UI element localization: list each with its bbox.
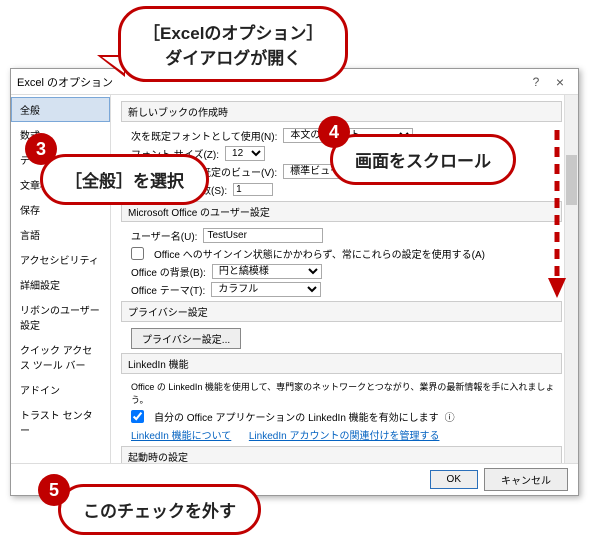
step-badge-5: 5 xyxy=(38,474,70,506)
font-size-select[interactable]: 12 xyxy=(225,146,265,161)
sheet-count-stepper[interactable] xyxy=(233,183,273,196)
callout-scroll: 画面をスクロール xyxy=(330,134,516,185)
help-icon[interactable]: ? xyxy=(524,72,548,92)
text: ［Excelのオプション］ xyxy=(143,24,323,43)
sidebar-item-ribbon[interactable]: リボンのユーザー設定 xyxy=(11,297,110,337)
linkedin-about-link[interactable]: LinkedIn 機能について xyxy=(131,427,231,442)
excel-options-dialog: Excel のオプション ? × 全般 数式 データ 文章校正 保存 言語 アク… xyxy=(10,68,579,496)
sidebar-item-advanced[interactable]: 詳細設定 xyxy=(11,272,110,297)
row-signin-cb: Office へのサインイン状態にかかわらず、常にこれらの設定を使用する(A) xyxy=(131,246,562,261)
text: Office の LinkedIn 機能を使用して、専門家のネットワークとつなが… xyxy=(131,380,562,406)
callout-uncheck: このチェックを外す xyxy=(58,484,261,535)
sidebar-item-addins[interactable]: アドイン xyxy=(11,377,110,402)
section-header-linkedin: LinkedIn 機能 xyxy=(121,353,562,374)
privacy-settings-button[interactable]: プライバシー設定... xyxy=(131,328,241,349)
row-username: ユーザー名(U): xyxy=(131,228,562,243)
scrollbar[interactable] xyxy=(564,95,578,463)
step-badge-4: 4 xyxy=(318,116,350,148)
label: ユーザー名(U): xyxy=(131,228,197,243)
section-header-privacy: プライバシー設定 xyxy=(121,301,562,322)
section-header-startup: 起動時の設定 xyxy=(121,446,562,463)
sidebar-item-trust[interactable]: トラスト センター xyxy=(11,402,110,442)
always-use-settings-checkbox[interactable] xyxy=(131,247,144,260)
row-linkedin-desc: Office の LinkedIn 機能を使用して、専門家のネットワークとつなが… xyxy=(131,380,562,406)
linkedin-enable-checkbox[interactable] xyxy=(131,410,144,423)
scroll-arrow-icon xyxy=(548,130,566,300)
label: Office へのサインイン状態にかかわらず、常にこれらの設定を使用する(A) xyxy=(154,246,485,261)
ok-button[interactable]: OK xyxy=(430,470,478,489)
step-badge-3: 3 xyxy=(25,133,57,165)
callout-select-general: ［全般］を選択 xyxy=(40,154,209,205)
sidebar-item-language[interactable]: 言語 xyxy=(11,222,110,247)
label: 次を既定フォントとして使用(N): xyxy=(131,128,277,143)
info-icon: ⓘ xyxy=(445,409,455,424)
row-office-theme: Office テーマ(T): カラフル xyxy=(131,282,562,297)
callout-dialog-open: ［Excelのオプション］ ダイアログが開く xyxy=(118,6,348,82)
office-background-select[interactable]: 円と縞模様 xyxy=(212,264,322,279)
sidebar-item-accessibility[interactable]: アクセシビリティ xyxy=(11,247,110,272)
office-theme-select[interactable]: カラフル xyxy=(211,282,321,297)
label: Office の背景(B): xyxy=(131,264,206,279)
close-icon[interactable]: × xyxy=(548,72,572,92)
label: 自分の Office アプリケーションの LinkedIn 機能を有効にします xyxy=(154,409,439,424)
linkedin-manage-link[interactable]: LinkedIn アカウントの関連付けを管理する xyxy=(249,427,440,442)
label: Office テーマ(T): xyxy=(131,282,205,297)
sidebar-item-general[interactable]: 全般 xyxy=(11,97,110,122)
scrollbar-thumb[interactable] xyxy=(566,155,577,205)
cancel-button[interactable]: キャンセル xyxy=(484,468,568,491)
sidebar-item-qat[interactable]: クイック アクセス ツール バー xyxy=(11,337,110,377)
row-linkedin-cb: 自分の Office アプリケーションの LinkedIn 機能を有効にします … xyxy=(131,409,562,424)
row-linkedin-links: LinkedIn 機能について LinkedIn アカウントの関連付けを管理する xyxy=(131,427,562,442)
row-privacy: プライバシー設定... xyxy=(131,328,562,349)
row-office-bg: Office の背景(B): 円と縞模様 xyxy=(131,264,562,279)
text: ダイアログが開く xyxy=(165,49,301,68)
username-input[interactable] xyxy=(203,228,323,243)
